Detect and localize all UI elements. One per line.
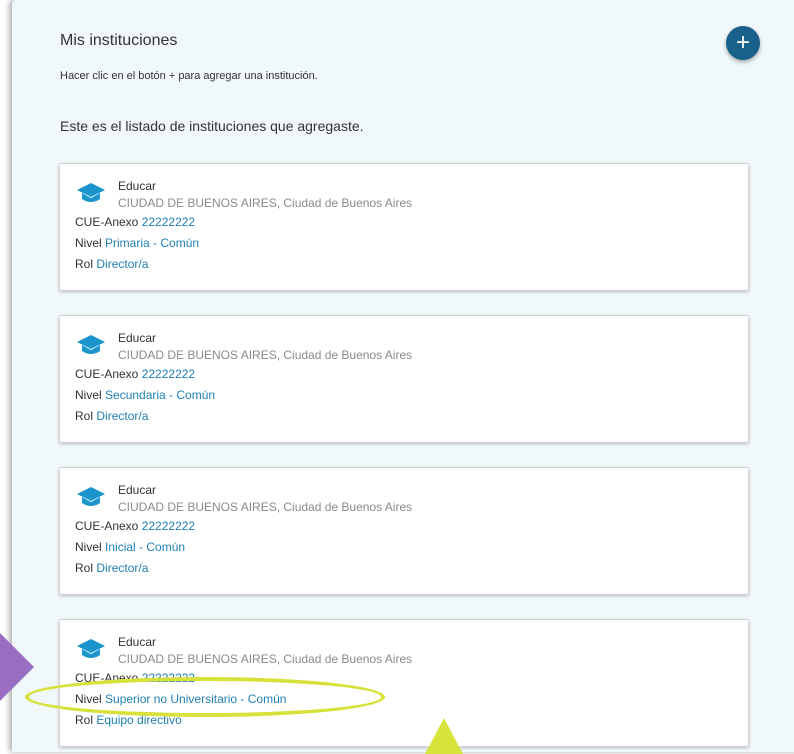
listing-description: Este es el listado de instituciones que …	[60, 118, 364, 134]
institution-card[interactable]: Educar CIUDAD DE BUENOS AIRES, Ciudad de…	[59, 163, 749, 291]
rol-row: Rol Director/a	[75, 257, 149, 271]
nivel-value: Secundaria - Común	[105, 388, 216, 402]
cue-row: CUE-Anexo 22222222	[75, 519, 196, 533]
pointer-arrow-right	[0, 633, 34, 701]
graduation-cap-icon	[77, 487, 105, 506]
rol-row: Rol Director/a	[75, 561, 149, 575]
rol-value: Director/a	[96, 409, 149, 423]
cue-value: 22222222	[141, 215, 196, 229]
cue-row: CUE-Anexo 22222222	[75, 215, 196, 229]
graduation-cap-icon	[77, 183, 105, 202]
nivel-row: Nivel Secundaria - Común	[75, 388, 216, 402]
institution-location: CIUDAD DE BUENOS AIRES, Ciudad de Buenos…	[118, 500, 413, 514]
pointer-arrow-up	[425, 718, 463, 754]
rol-value: Director/a	[96, 257, 149, 271]
add-institution-button[interactable]: +	[726, 26, 760, 60]
institution-card[interactable]: Educar CIUDAD DE BUENOS AIRES, Ciudad de…	[59, 467, 749, 595]
cue-row: CUE-Anexo 22222222	[75, 367, 196, 381]
cue-value: 22222222	[141, 367, 196, 381]
plus-icon: +	[735, 29, 750, 56]
graduation-cap-icon	[77, 335, 105, 354]
institution-name: Educar	[118, 179, 157, 193]
graduation-cap-icon	[77, 639, 105, 658]
nivel-row: Nivel Primaria - Común	[75, 236, 200, 250]
institution-location: CIUDAD DE BUENOS AIRES, Ciudad de Buenos…	[118, 348, 413, 362]
institution-name: Educar	[118, 331, 157, 345]
rol-row: Rol Director/a	[75, 409, 149, 423]
page-title: Mis instituciones	[60, 32, 178, 49]
nivel-value: Inicial - Común	[105, 540, 186, 554]
institution-name: Educar	[118, 635, 157, 649]
cue-value: 22222222	[141, 519, 196, 533]
nivel-row: Nivel Inicial - Común	[75, 540, 186, 554]
institution-card[interactable]: Educar CIUDAD DE BUENOS AIRES, Ciudad de…	[59, 315, 749, 443]
institution-location: CIUDAD DE BUENOS AIRES, Ciudad de Buenos…	[118, 196, 413, 210]
rol-value: Director/a	[96, 561, 149, 575]
highlight-ellipse	[25, 677, 385, 717]
institution-location: CIUDAD DE BUENOS AIRES, Ciudad de Buenos…	[118, 652, 413, 666]
nivel-value: Primaria - Común	[105, 236, 200, 250]
institution-name: Educar	[118, 483, 157, 497]
add-hint-text: Hacer clic en el botón + para agregar un…	[60, 70, 318, 82]
